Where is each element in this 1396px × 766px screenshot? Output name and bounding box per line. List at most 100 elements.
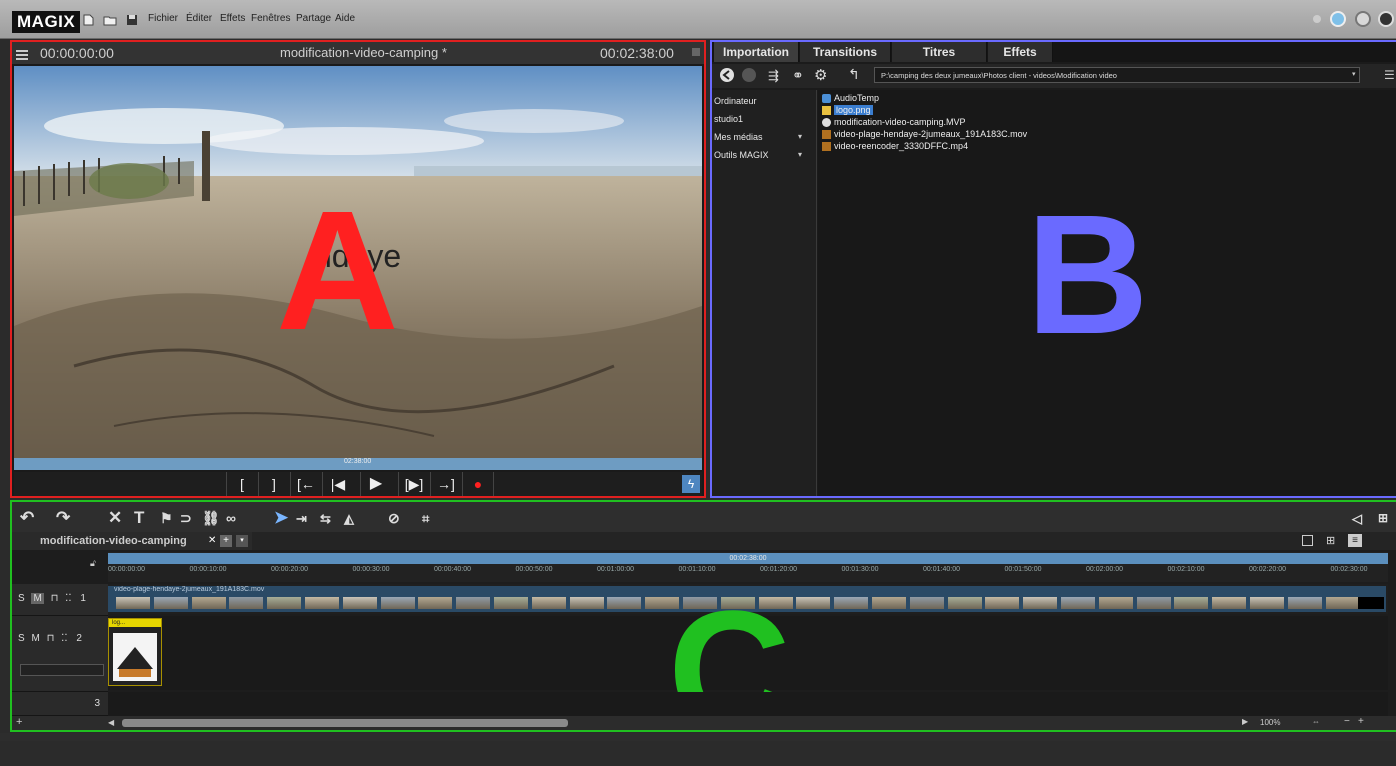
chevron-down-icon[interactable]: ▾ [1352,70,1356,78]
razor-icon[interactable]: ⊘ [388,510,400,527]
view-list-icon[interactable]: ☰ [1384,68,1395,82]
menu-editer[interactable]: Éditer [186,13,212,24]
logo-clip[interactable]: log... [108,618,162,686]
timeline-view-icon[interactable]: ≡ [1348,534,1362,547]
timecode-end: 00:02:38:00 [600,45,674,61]
previous-marker-button[interactable]: |◀ [322,472,353,496]
open-folder-icon[interactable] [103,13,117,26]
record-button[interactable]: ● [462,472,494,496]
scene-view-icon[interactable]: ⊞ [1326,534,1335,547]
horizontal-scrollbar[interactable] [122,719,568,727]
quick-action-icon[interactable]: ϟ [682,475,700,493]
grip-icon[interactable]: ⁚⁚ [61,633,67,644]
storyboard-view-icon[interactable] [1302,535,1313,546]
chevron-left-icon[interactable]: ◀ [108,718,118,728]
chevron-down-icon[interactable]: ▾ [236,535,248,547]
hamburger-menu-icon[interactable] [16,47,28,60]
clip-thumbnail [531,597,566,609]
list-item[interactable]: video-reencoder_3330DFFC.mp4 [822,140,968,152]
clip-thumbnail [1136,597,1171,609]
marker-icon[interactable]: ⚑ [160,510,173,527]
lock-icon[interactable]: ⊓ [47,633,55,644]
tree-item-mes-medias[interactable]: Mes médias [714,132,763,142]
group-icon[interactable]: ⊃ [180,510,192,527]
help-icon[interactable] [1378,11,1394,27]
chevron-down-icon[interactable]: ▾ [798,132,802,141]
play-small-icon[interactable]: ▶ [1242,717,1248,726]
menu-aide[interactable]: Aide [335,13,355,24]
list-item[interactable]: video-plage-hendaye-2jumeaux_191A183C.mo… [822,128,1027,140]
settings-gear-icon[interactable]: ⚙ [814,66,827,84]
go-to-in-button[interactable]: [← [290,472,321,496]
solo-button[interactable]: S [18,633,25,644]
play-range-button[interactable]: [▶] [398,472,429,496]
list-item[interactable]: logo.png [822,104,873,116]
save-icon[interactable] [126,13,138,25]
mouse-mode-icon[interactable]: ⇥ [296,511,307,527]
list-item[interactable]: modification-video-camping.MVP [822,116,966,128]
clip-thumbnail [569,597,604,609]
add-tab-icon[interactable]: + [220,535,232,547]
mute-button[interactable]: M [31,593,44,604]
grip-icon[interactable]: ⁚⁚ [65,593,71,604]
online-icon[interactable] [1330,11,1346,27]
new-file-icon[interactable] [82,13,94,26]
tree-item-studio1[interactable]: studio1 [714,114,743,124]
project-tabs: modification-video-camping ✕ + ▾ ⊞ ≡ [12,532,1396,550]
track-volume-field[interactable] [20,664,104,676]
close-icon[interactable]: ✕ [208,535,216,546]
grid-view-icon[interactable]: ⊞ [1378,511,1388,525]
set-in-point-button[interactable]: [ [226,472,257,496]
video-preview[interactable]: ndaye A [14,66,702,458]
volume-curve-icon[interactable]: ◭ [344,511,354,527]
zoom-in-icon[interactable]: + [1358,716,1364,727]
add-track-icon[interactable]: + [16,716,22,728]
zoom-fit-icon[interactable]: ⇔ [1312,717,1320,726]
tree-item-outils-magix[interactable]: Outils MAGIX [714,150,769,160]
parent-folder-icon[interactable]: ↰ [848,66,860,83]
fit-icon[interactable]: ⌗ [422,511,429,527]
solo-button[interactable]: S [18,593,25,604]
unlink-icon[interactable]: ∞ [226,510,236,526]
pointer-icon[interactable]: ➤ [274,508,288,528]
menu-fichier[interactable]: Fichier [148,13,178,24]
clip-thumbnail [342,597,377,609]
lock-icon[interactable]: ⊓ [51,593,59,604]
delete-icon[interactable]: ✕ [108,508,122,528]
go-to-out-button[interactable]: →] [430,472,461,496]
maximize-icon[interactable] [692,48,700,56]
stretch-icon[interactable]: ⇆ [320,511,331,527]
zoom-level[interactable]: 100% [1260,718,1280,727]
tab-importation[interactable]: Importation [714,42,799,62]
play-button[interactable]: ▶ [360,472,391,496]
back-icon[interactable] [720,68,734,82]
mute-button[interactable]: M [31,633,39,644]
link-icon[interactable]: ⛓ [202,510,220,527]
tab-transitions[interactable]: Transitions [800,42,891,62]
video-track-3 [108,692,1388,716]
menu-partage[interactable]: Partage [296,13,331,24]
timeline-toolbar: ↶ ↷ ✕ T ⚑ ⊃ ⛓ ∞ ➤ ⇥ ⇆ ◭ ⊘ ⌗ ◁ ⊞ [12,502,1396,532]
binoculars-icon[interactable]: ⚭ [792,67,804,84]
set-out-point-button[interactable]: ] [258,472,289,496]
tree-item-ordinateur[interactable]: Ordinateur [714,96,757,106]
zoom-out-icon[interactable]: − [1344,716,1350,727]
ruler-tick-label: 00:01:00:00 [597,566,634,573]
playback-progress-bar[interactable]: 02:38:00 [14,458,702,470]
path-field[interactable]: P:\camping des deux jumeaux\Photos clien… [874,67,1360,83]
redo-icon[interactable]: ↷ [56,508,70,528]
folder-tree-icon[interactable]: ⇶ [768,68,779,84]
tab-effets[interactable]: Effets [988,42,1053,62]
forward-icon[interactable] [742,68,756,82]
tab-titres[interactable]: Titres [892,42,987,62]
menu-fenetres[interactable]: Fenêtres [251,13,290,24]
chevron-down-icon[interactable]: ▾ [798,150,802,159]
title-tool-icon[interactable]: T [134,508,144,528]
undo-icon[interactable]: ↶ [20,508,34,528]
record-mode-icon[interactable] [1355,11,1371,27]
menu-effets[interactable]: Effets [220,13,245,24]
lock-icon[interactable]: 🔓︎ [90,558,96,569]
list-item[interactable]: AudioTemp [822,92,879,104]
speaker-icon[interactable]: ◁ [1352,511,1362,527]
video-icon [822,130,831,140]
